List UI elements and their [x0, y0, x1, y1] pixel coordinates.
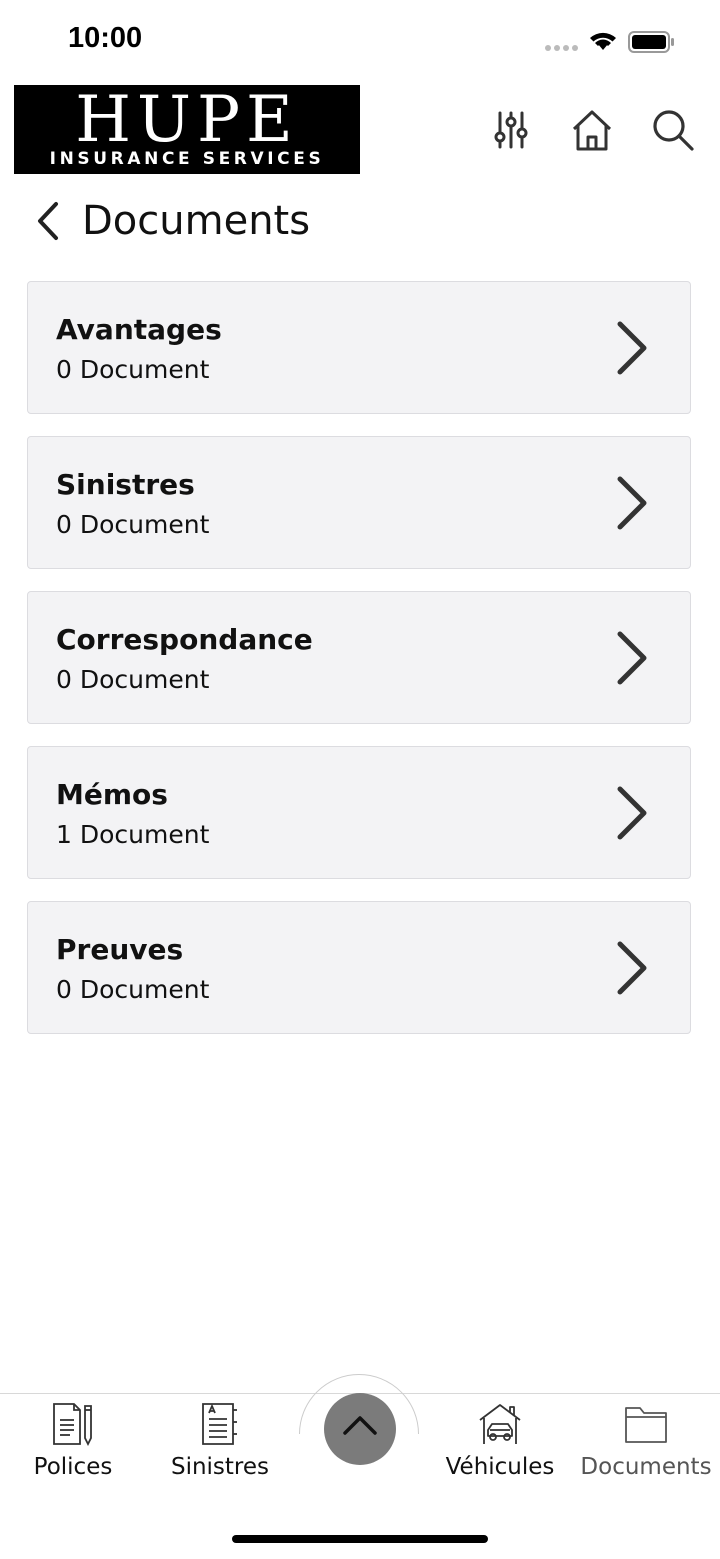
tab-label: Documents: [580, 1454, 712, 1480]
page-header: Documents: [0, 190, 720, 254]
logo-main-text: HUPE: [75, 83, 299, 157]
tab-vehicules[interactable]: Véhicules: [425, 1402, 575, 1492]
chevron-right-icon: [617, 321, 647, 375]
document-category-list: Avantages 0 Document Sinistres 0 Documen…: [27, 281, 693, 1056]
chevron-right-icon: [617, 786, 647, 840]
tab-documents[interactable]: Documents: [571, 1402, 720, 1492]
category-count: 0 Document: [56, 355, 210, 384]
category-name: Sinistres: [56, 468, 195, 501]
tab-label: Véhicules: [445, 1454, 555, 1480]
category-name: Avantages: [56, 313, 222, 346]
chevron-up-icon: [343, 1416, 377, 1435]
expand-menu-button[interactable]: [324, 1393, 396, 1465]
logo-sub-text: INSURANCE SERVICES: [49, 149, 325, 169]
category-name: Mémos: [56, 778, 168, 811]
tab-label: Polices: [33, 1454, 113, 1480]
car-house-icon: [479, 1404, 521, 1444]
category-count: 0 Document: [56, 510, 210, 539]
page-title: Documents: [82, 198, 311, 244]
category-count: 1 Document: [56, 820, 210, 849]
filter-sliders-icon[interactable]: [488, 107, 534, 153]
tab-sinistres[interactable]: Sinistres: [145, 1402, 295, 1492]
folder-icon: [625, 1407, 667, 1443]
category-name: Preuves: [56, 933, 184, 966]
claims-doc-icon: [202, 1403, 237, 1445]
category-card-avantages[interactable]: Avantages 0 Document: [27, 281, 691, 414]
status-bar: 10:00: [0, 0, 720, 84]
back-arrow-icon[interactable]: [30, 198, 66, 244]
tab-label: Sinistres: [170, 1454, 270, 1480]
tab-polices[interactable]: Polices: [0, 1402, 148, 1492]
chevron-right-icon: [617, 941, 647, 995]
category-card-correspondance[interactable]: Correspondance 0 Document: [27, 591, 691, 724]
category-name: Correspondance: [56, 623, 313, 656]
brand-logo[interactable]: HUPE INSURANCE SERVICES: [14, 85, 360, 174]
category-card-preuves[interactable]: Preuves 0 Document: [27, 901, 691, 1034]
category-card-memos[interactable]: Mémos 1 Document: [27, 746, 691, 879]
home-indicator: [232, 1535, 488, 1543]
home-icon[interactable]: [569, 107, 615, 153]
category-card-sinistres[interactable]: Sinistres 0 Document: [27, 436, 691, 569]
cellular-signal-icon: [544, 38, 578, 57]
wifi-icon: [587, 28, 619, 56]
status-time: 10:00: [68, 22, 143, 54]
chevron-right-icon: [617, 476, 647, 530]
category-count: 0 Document: [56, 665, 210, 694]
battery-icon: [628, 30, 676, 58]
search-icon[interactable]: [650, 107, 696, 153]
policy-doc-icon: [53, 1403, 92, 1446]
chevron-right-icon: [617, 631, 647, 685]
category-count: 0 Document: [56, 975, 210, 1004]
